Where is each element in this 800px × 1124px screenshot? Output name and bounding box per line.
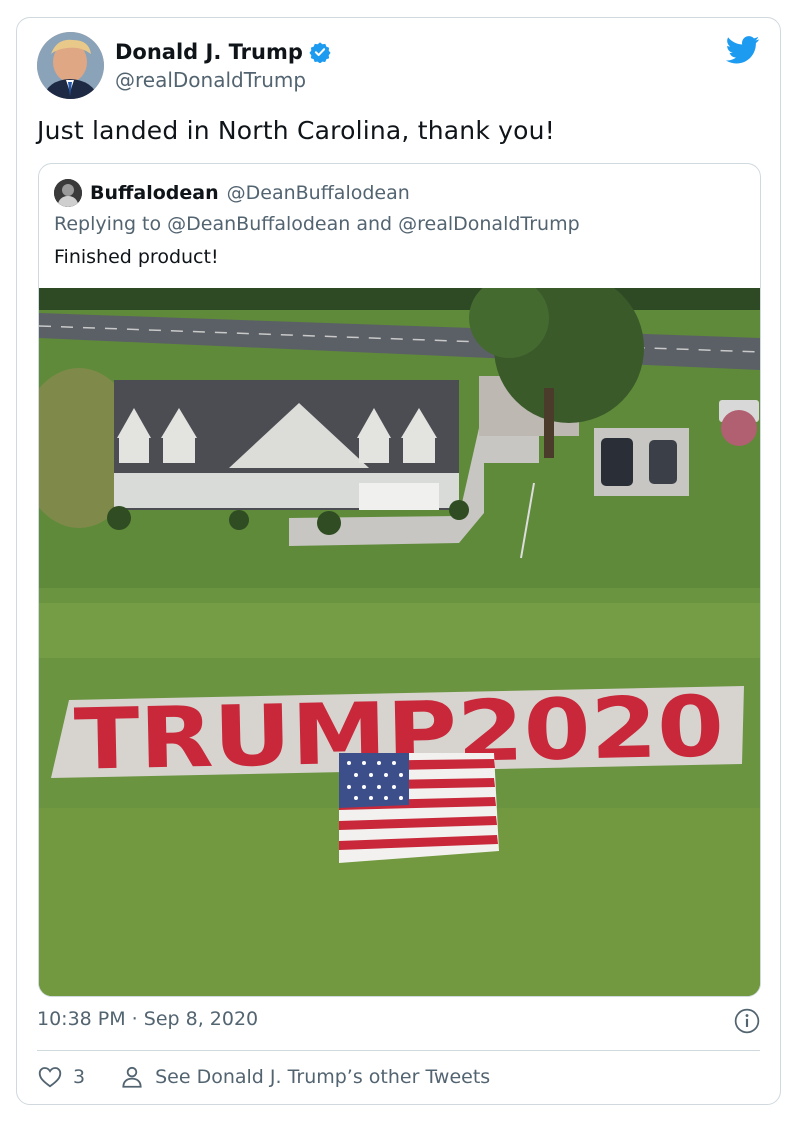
divider — [37, 1050, 760, 1051]
tweet-timestamp[interactable]: 10:38 PM · Sep 8, 2020 — [37, 1008, 258, 1030]
quoted-tweet-text: Finished product! — [54, 246, 219, 268]
heart-icon — [38, 1067, 62, 1088]
quoted-reply-line: Replying to @DeanBuffalodean and @realDo… — [54, 213, 580, 235]
author-name[interactable]: Donald J. Trump — [115, 40, 303, 64]
like-count: 3 — [73, 1066, 86, 1088]
tweet-card[interactable]: Donald J. Trump @realDonaldTrump Just la… — [16, 17, 781, 1105]
action-bar: 3 See Donald J. Trump’s other Tweets — [37, 1064, 490, 1090]
quoted-tweet[interactable]: Buffalodean @DeanBuffalodean Replying to… — [38, 163, 761, 997]
like-button[interactable]: 3 — [37, 1064, 85, 1090]
info-icon[interactable] — [734, 1008, 760, 1034]
other-tweets-label: See Donald J. Trump’s other Tweets — [155, 1066, 491, 1088]
author-handle[interactable]: @realDonaldTrump — [115, 68, 306, 92]
tweet-text: Just landed in North Carolina, thank you… — [37, 116, 555, 145]
twitter-bird-icon[interactable] — [726, 36, 760, 64]
person-icon — [122, 1066, 142, 1088]
aerial-house-photo[interactable]: TRUMP2020 — [39, 288, 760, 996]
verified-badge-icon — [309, 42, 331, 63]
quoted-author-name[interactable]: Buffalodean — [90, 182, 219, 204]
author-name-row: Donald J. Trump — [115, 40, 331, 64]
other-tweets-link[interactable]: See Donald J. Trump’s other Tweets — [119, 1064, 490, 1090]
author-avatar[interactable] — [37, 32, 104, 99]
quoted-author-avatar[interactable] — [54, 179, 82, 207]
quoted-tweet-header: Buffalodean @DeanBuffalodean — [54, 179, 410, 207]
quoted-author-handle[interactable]: @DeanBuffalodean — [227, 182, 410, 204]
